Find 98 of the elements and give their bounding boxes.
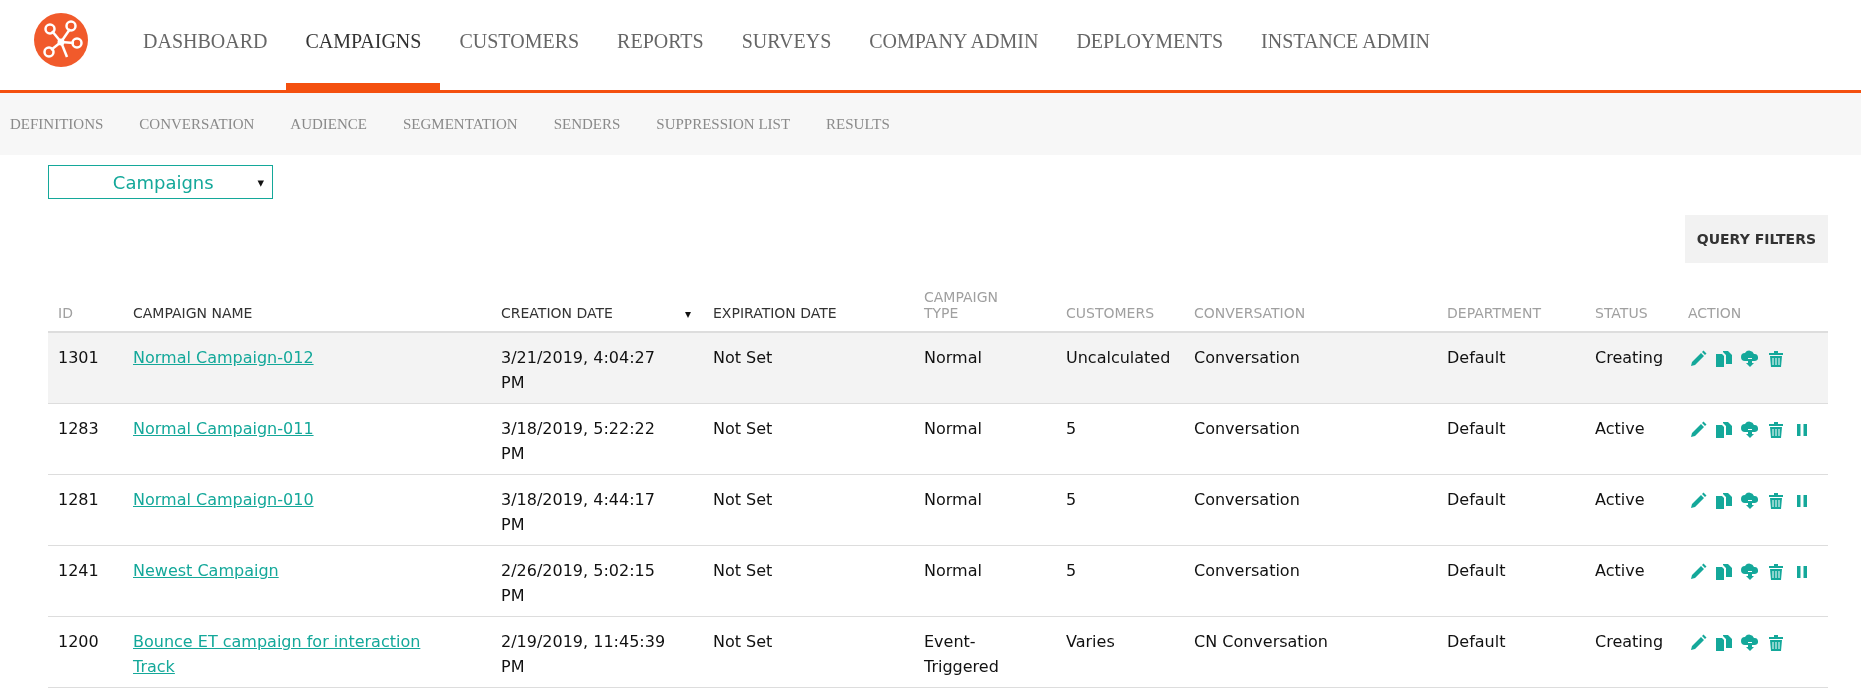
subnav-tab[interactable]: SEGMENTATION [403,115,518,133]
table-row[interactable]: 1283 Normal Campaign-011 3/18/2019, 5:22:22 PM Not Set Normal 5 Conversation Default Active [48,403,1828,475]
conversation-text: Conversation [1194,419,1300,438]
copy-icon[interactable] [1714,349,1734,369]
department-text: Default [1447,632,1506,651]
nav-tab[interactable]: DEPLOYMENTS [1057,0,1243,90]
type-text: Normal [924,419,982,438]
column-header: ID [58,305,73,321]
trash-icon[interactable] [1766,349,1786,369]
copy-icon[interactable] [1714,420,1734,440]
copy-icon[interactable] [1714,491,1734,511]
id-text: 1281 [58,490,99,509]
trash-icon[interactable] [1766,562,1786,582]
customers-text: Varies [1066,632,1115,651]
department-text: Default [1447,561,1506,580]
nav-tab[interactable]: REPORTS [598,0,723,90]
conversation-text: CN Conversation [1194,632,1328,651]
id-text: 1283 [58,419,99,438]
conversation-text: Conversation [1194,490,1300,509]
nav-tab[interactable]: SURVEYS [722,0,851,90]
id-text: 1301 [58,348,99,367]
id-text: 1241 [58,561,99,580]
trash-icon[interactable] [1766,491,1786,511]
customers-text: 5 [1066,561,1077,580]
nav-tab[interactable]: COMPANY ADMIN [850,0,1058,90]
campaign-link[interactable]: Normal Campaign-010 [133,487,314,512]
column-header: CAMPAIGN TYPE [924,289,998,321]
caret-icon: ▾ [257,174,264,190]
date-text: 3/21/2019, 4:04:27 PM [501,348,655,392]
copy-icon[interactable] [1714,562,1734,582]
status-text: Creating [1595,348,1664,367]
conversation-text: Conversation [1194,561,1300,580]
sort-caret-icon[interactable]: ▾ [684,307,691,321]
status-text: Active [1595,419,1645,438]
type-text: Normal [924,348,982,367]
subnav-tab[interactable]: DEFINITIONS [10,115,104,133]
edit-icon[interactable] [1688,491,1708,511]
logo-icon[interactable] [34,13,88,67]
column-header[interactable]: CREATION DATE [501,305,613,321]
conversation-text: Conversation [1194,348,1300,367]
column-header: DEPARTMENT [1447,305,1541,321]
department-text: Default [1447,348,1506,367]
column-header[interactable]: CAMPAIGN NAME [133,305,253,321]
id-text: 1200 [58,632,99,651]
date-text: Not Set [713,490,773,509]
date-text: Not Set [713,348,773,367]
date-text: 2/19/2019, 11:45:39 PM [501,632,666,676]
campaign-link[interactable]: Newest Campaign [133,558,279,583]
subnav-tab[interactable]: SUPPRESSION LIST [656,115,791,133]
column-header: STATUS [1595,305,1648,321]
edit-icon[interactable] [1688,633,1708,653]
view-dropdown[interactable]: Campaigns ▾ [48,165,273,199]
cloud-download-icon[interactable] [1740,491,1760,511]
customers-text: 5 [1066,490,1077,509]
query-filters-button[interactable]: QUERY FILTERS [1684,215,1828,263]
date-text: Not Set [713,561,773,580]
table-row[interactable]: 1301 Normal Campaign-012 3/21/2019, 4:04:27 PM Not Set Normal Uncalculated Conversation Default Creating [48,332,1828,404]
cloud-download-icon[interactable] [1740,633,1760,653]
status-text: Creating [1595,632,1664,651]
status-text: Active [1595,490,1645,509]
department-text: Default [1447,419,1506,438]
date-text: Not Set [713,419,773,438]
customers-text: 5 [1066,419,1077,438]
trash-icon[interactable] [1766,420,1786,440]
date-text: 3/18/2019, 4:44:17 PM [501,490,655,534]
date-text: 3/18/2019, 5:22:22 PM [501,419,655,463]
campaign-link[interactable]: Normal Campaign-011 [133,416,314,441]
trash-icon[interactable] [1766,633,1786,653]
cloud-download-icon[interactable] [1740,562,1760,582]
edit-icon[interactable] [1688,562,1708,582]
cloud-download-icon[interactable] [1740,420,1760,440]
type-text: Event-Triggered [924,632,999,676]
date-text: Not Set [713,632,773,651]
subnav-tab[interactable]: AUDIENCE [290,115,367,133]
cloud-download-icon[interactable] [1740,349,1760,369]
customers-text: Uncalculated [1066,348,1171,367]
column-header: CONVERSATION [1194,305,1306,321]
campaign-link[interactable]: Bounce ET campaign for interaction Track [133,629,441,679]
nav-tab[interactable]: DASHBOARD [124,0,287,90]
column-header: CUSTOMERS [1066,305,1155,321]
status-text: Active [1595,561,1645,580]
column-header: ACTION [1688,305,1742,321]
type-text: Normal [924,561,982,580]
subnav-tab[interactable]: RESULTS [826,115,890,133]
nav-tab[interactable]: CUSTOMERS [440,0,599,90]
department-text: Default [1447,490,1506,509]
date-text: 2/26/2019, 5:02:15 PM [501,561,655,605]
table-row[interactable]: 1241 Newest Campaign 2/26/2019, 5:02:15 PM Not Set Normal 5 Conversation Default Active [48,545,1828,617]
nav-tab[interactable]: INSTANCE ADMIN [1242,0,1449,90]
table-row[interactable]: 1200 Bounce ET campaign for interaction Track 2/19/2019, 11:45:39 PM Not Set Event-Triggered Varies CN Conversation Default Creating [48,616,1828,688]
copy-icon[interactable] [1714,633,1734,653]
edit-icon[interactable] [1688,349,1708,369]
subnav-tab[interactable]: SENDERS [553,115,621,133]
table-row[interactable]: 1281 Normal Campaign-010 3/18/2019, 4:44:17 PM Not Set Normal 5 Conversation Default Active [48,474,1828,546]
type-text: Normal [924,490,982,509]
edit-icon[interactable] [1688,420,1708,440]
subnav-tab[interactable]: CONVERSATION [139,115,255,133]
column-header[interactable]: EXPIRATION DATE [713,305,837,321]
